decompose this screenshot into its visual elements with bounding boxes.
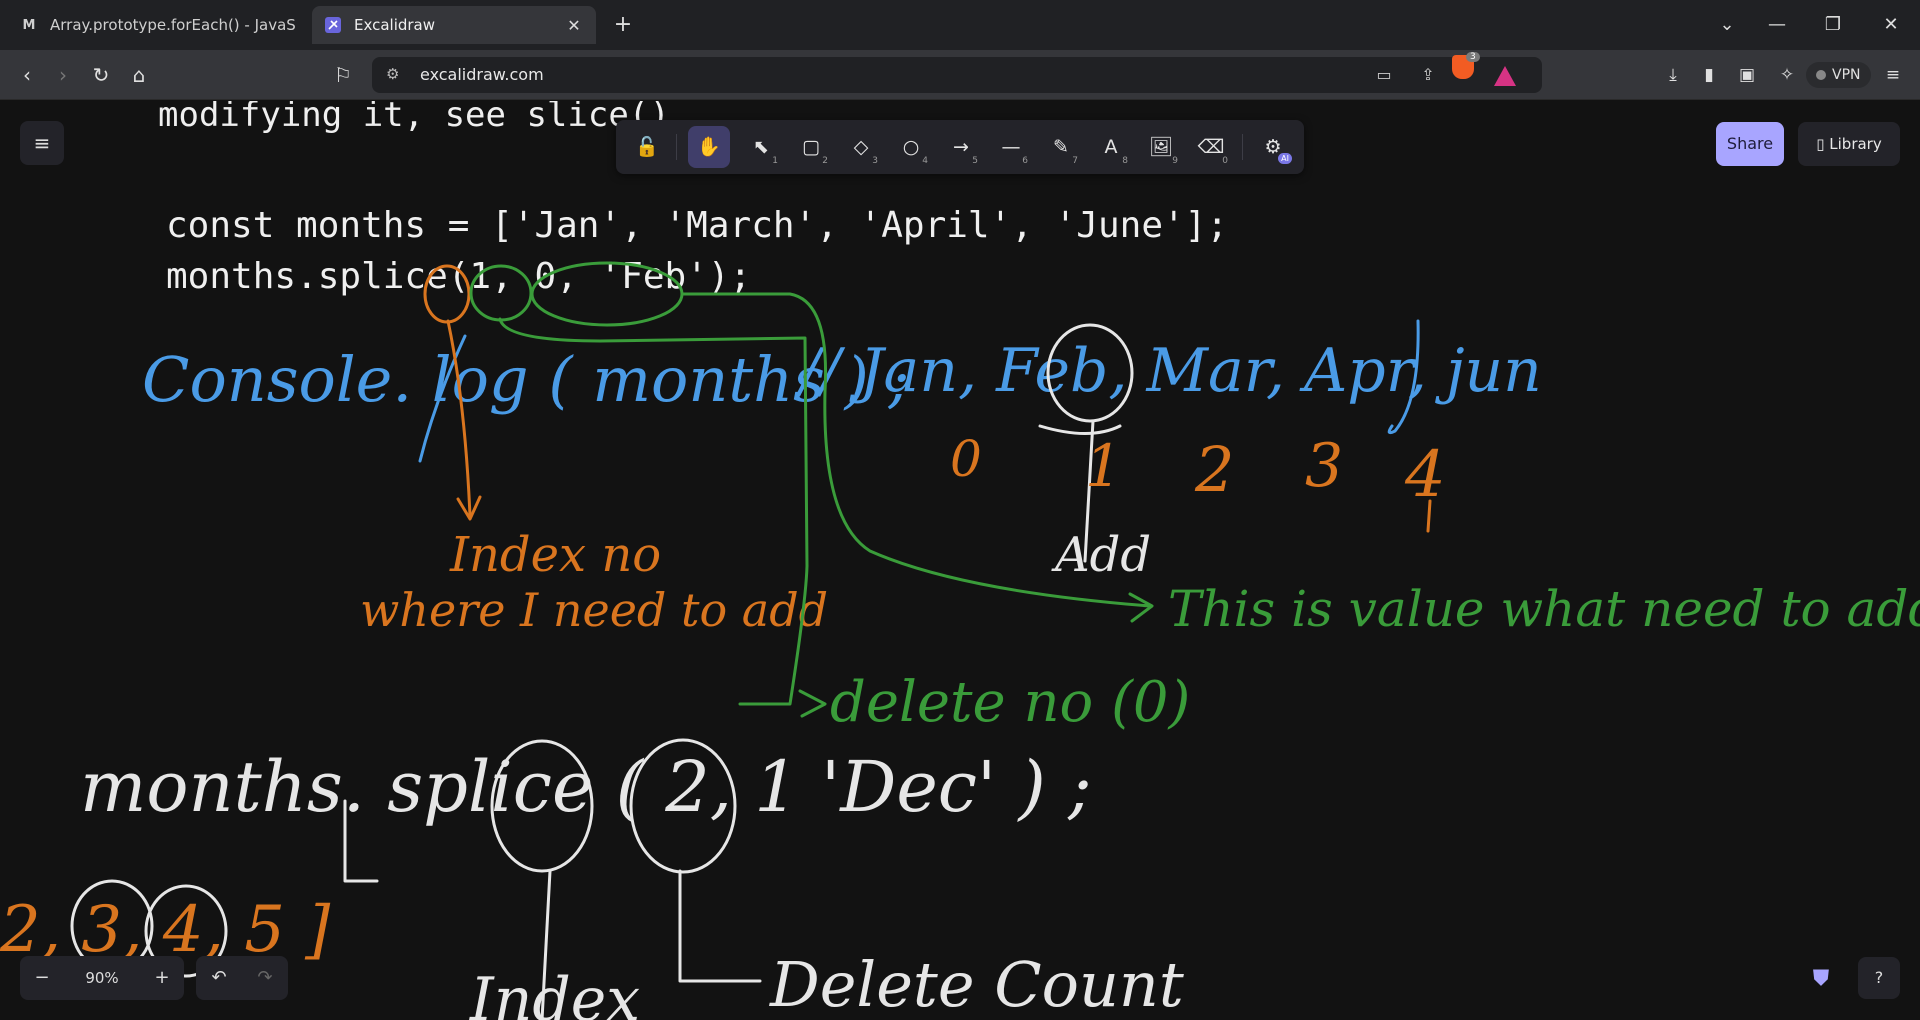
back-icon[interactable]: ‹	[12, 60, 42, 90]
close-window-icon[interactable]: ✕	[1876, 10, 1906, 40]
mdn-icon: M	[22, 17, 36, 33]
zoom-out-button[interactable]: −	[20, 956, 64, 1000]
ellipse-tool-button[interactable]: ○ 4	[890, 126, 932, 168]
handwritten-splice-2: months. splice ( 2, 1 'Dec' ) ;	[80, 746, 1092, 828]
handwritten-result-comment: // Jan, Feb, Mar, Apr, jun	[795, 336, 1542, 406]
tab-title: Excalidraw	[354, 16, 436, 34]
site-info-icon[interactable]: ⚙	[386, 65, 399, 83]
undo-redo-controls: ↶ ↷	[196, 956, 288, 1000]
menu-icon[interactable]: ≡	[1878, 60, 1908, 90]
handwritten-delete-no: delete no (0)	[830, 670, 1190, 735]
index-2: 2	[1194, 433, 1234, 506]
ai-badge: AI	[1278, 153, 1292, 164]
browser-tab-strip: M Array.prototype.forEach() - JavaScript…	[0, 0, 1920, 50]
zoom-level[interactable]: 90%	[64, 956, 140, 1000]
image-icon: 🖼	[1148, 136, 1174, 158]
typed-text-months-array: const months = ['Jan', 'March', 'April',…	[166, 205, 1228, 246]
tab-excalidraw[interactable]: Excalidraw ✕	[312, 6, 596, 44]
cast-icon[interactable]: ▭	[1372, 63, 1396, 87]
handwritten-where-to-add: where I need to add	[360, 583, 828, 637]
toolbar-divider	[676, 134, 677, 160]
ellipse-icon: ○	[902, 136, 920, 158]
library-button[interactable]: ▯ Library	[1798, 122, 1900, 166]
lock-icon: 🔓	[635, 136, 659, 158]
hand-tool-button[interactable]: ✋	[688, 126, 730, 168]
forward-icon[interactable]: ›	[48, 60, 78, 90]
index-3: 3	[1305, 431, 1343, 501]
drawing-canvas[interactable]: modifying it, see slice() const months =…	[0, 101, 1920, 1020]
help-icon: ?	[1874, 968, 1884, 987]
arrow-icon: →	[953, 136, 969, 158]
text-icon: A	[1104, 136, 1118, 158]
typed-text-slice-note: modifying it, see slice()	[158, 101, 670, 135]
main-menu-button[interactable]: ≡	[20, 121, 64, 165]
downloads-icon[interactable]: ⤓	[1658, 60, 1688, 90]
shields-count-badge: 3	[1466, 52, 1480, 62]
home-icon[interactable]: ⌂	[124, 60, 154, 90]
new-tab-button[interactable]: +	[608, 10, 638, 40]
tab-mdn[interactable]: M Array.prototype.forEach() - JavaScript…	[8, 6, 308, 44]
canvas-drawing: modifying it, see slice() const months =…	[0, 101, 1920, 1020]
toolbar-divider	[1242, 134, 1243, 160]
help-button[interactable]: ?	[1858, 957, 1900, 999]
minimize-icon[interactable]: —	[1762, 10, 1792, 40]
index-4: 4	[1404, 438, 1446, 512]
pointer-icon: ⬉	[753, 136, 769, 158]
leo-ai-icon[interactable]: ✧	[1772, 60, 1802, 90]
brave-rewards-icon[interactable]	[1494, 66, 1516, 86]
redo-icon[interactable]: ↷	[242, 956, 288, 1000]
zoom-in-button[interactable]: +	[140, 956, 184, 1000]
hand-icon: ✋	[697, 136, 721, 158]
handwritten-index-no: Index no	[449, 527, 661, 583]
reload-icon[interactable]: ↻	[86, 60, 116, 90]
close-tab-icon[interactable]: ✕	[564, 16, 584, 35]
rectangle-icon: ▢	[802, 136, 820, 158]
lock-tool-button[interactable]: 🔓	[626, 126, 668, 168]
handwritten-add: Add	[1051, 527, 1151, 583]
url-text[interactable]: excalidraw.com	[420, 65, 544, 84]
pencil-icon: ✎	[1053, 136, 1069, 158]
arrow-tool-button[interactable]: → 5	[940, 126, 982, 168]
diamond-icon: ◇	[853, 136, 869, 158]
shapes-toolbar: 🔓 ✋ ⬉ 1 ▢ 2 ◇ 3 ○ 4 → 5 —6 ✎ 7 A8 🖼 9 ⌫ 0 ⚙ AI	[616, 120, 1304, 174]
line-icon: —	[1001, 136, 1021, 158]
index-0: 0	[950, 430, 982, 488]
handwritten-delete-count: Delete Count	[769, 948, 1184, 1020]
share-page-icon[interactable]: ⇪	[1416, 63, 1440, 87]
eraser-icon: ⌫	[1197, 136, 1225, 158]
selection-tool-button[interactable]: ⬉ 1	[740, 126, 782, 168]
tab-title: Array.prototype.forEach() - JavaScript |…	[50, 16, 296, 34]
share-button[interactable]: Share	[1716, 122, 1784, 166]
more-tools-button[interactable]: ⚙ AI	[1252, 126, 1294, 168]
zoom-controls: − 90% +	[20, 956, 184, 1000]
line-tool-button[interactable]: —6	[990, 126, 1032, 168]
image-tool-button[interactable]: 🖼 9	[1140, 126, 1182, 168]
vpn-button[interactable]: VPN	[1806, 62, 1871, 88]
index-1: 1	[1085, 432, 1122, 500]
undo-icon[interactable]: ↶	[196, 956, 242, 1000]
wallet-icon[interactable]: ▣	[1732, 60, 1762, 90]
tab-search-icon[interactable]: ⌄	[1712, 10, 1742, 40]
draw-tool-button[interactable]: ✎ 7	[1040, 126, 1082, 168]
eraser-tool-button[interactable]: ⌫ 0	[1190, 126, 1232, 168]
address-bar[interactable]: ⚙ excalidraw.com ▭ ⇪	[372, 57, 1542, 93]
rectangle-tool-button[interactable]: ▢ 2	[790, 126, 832, 168]
excalidraw-icon	[324, 16, 342, 34]
sidebar-icon[interactable]: ▮	[1694, 60, 1724, 90]
library-icon: ▯	[1816, 135, 1830, 153]
handwritten-console-log: Console. log ( months ) ;	[142, 343, 909, 416]
handwritten-value-note: This is value what need to add.	[1168, 580, 1920, 638]
handwritten-index-label: Index	[469, 965, 640, 1020]
diamond-tool-button[interactable]: ◇ 3	[840, 126, 882, 168]
text-tool-button[interactable]: A8	[1090, 126, 1132, 168]
browser-toolbar: ‹ › ↻ ⌂ ⚐ ⚙ excalidraw.com ▭ ⇪ 3 ⤓ ▮ ▣ ✧…	[0, 50, 1920, 100]
bookmark-icon[interactable]: ⚐	[328, 60, 358, 90]
restore-icon[interactable]: ❐	[1818, 10, 1848, 40]
encryption-shield-icon[interactable]: ⛊	[1806, 963, 1836, 995]
typed-text-splice-call: months.splice(1, 0, 'Feb');	[166, 256, 751, 297]
